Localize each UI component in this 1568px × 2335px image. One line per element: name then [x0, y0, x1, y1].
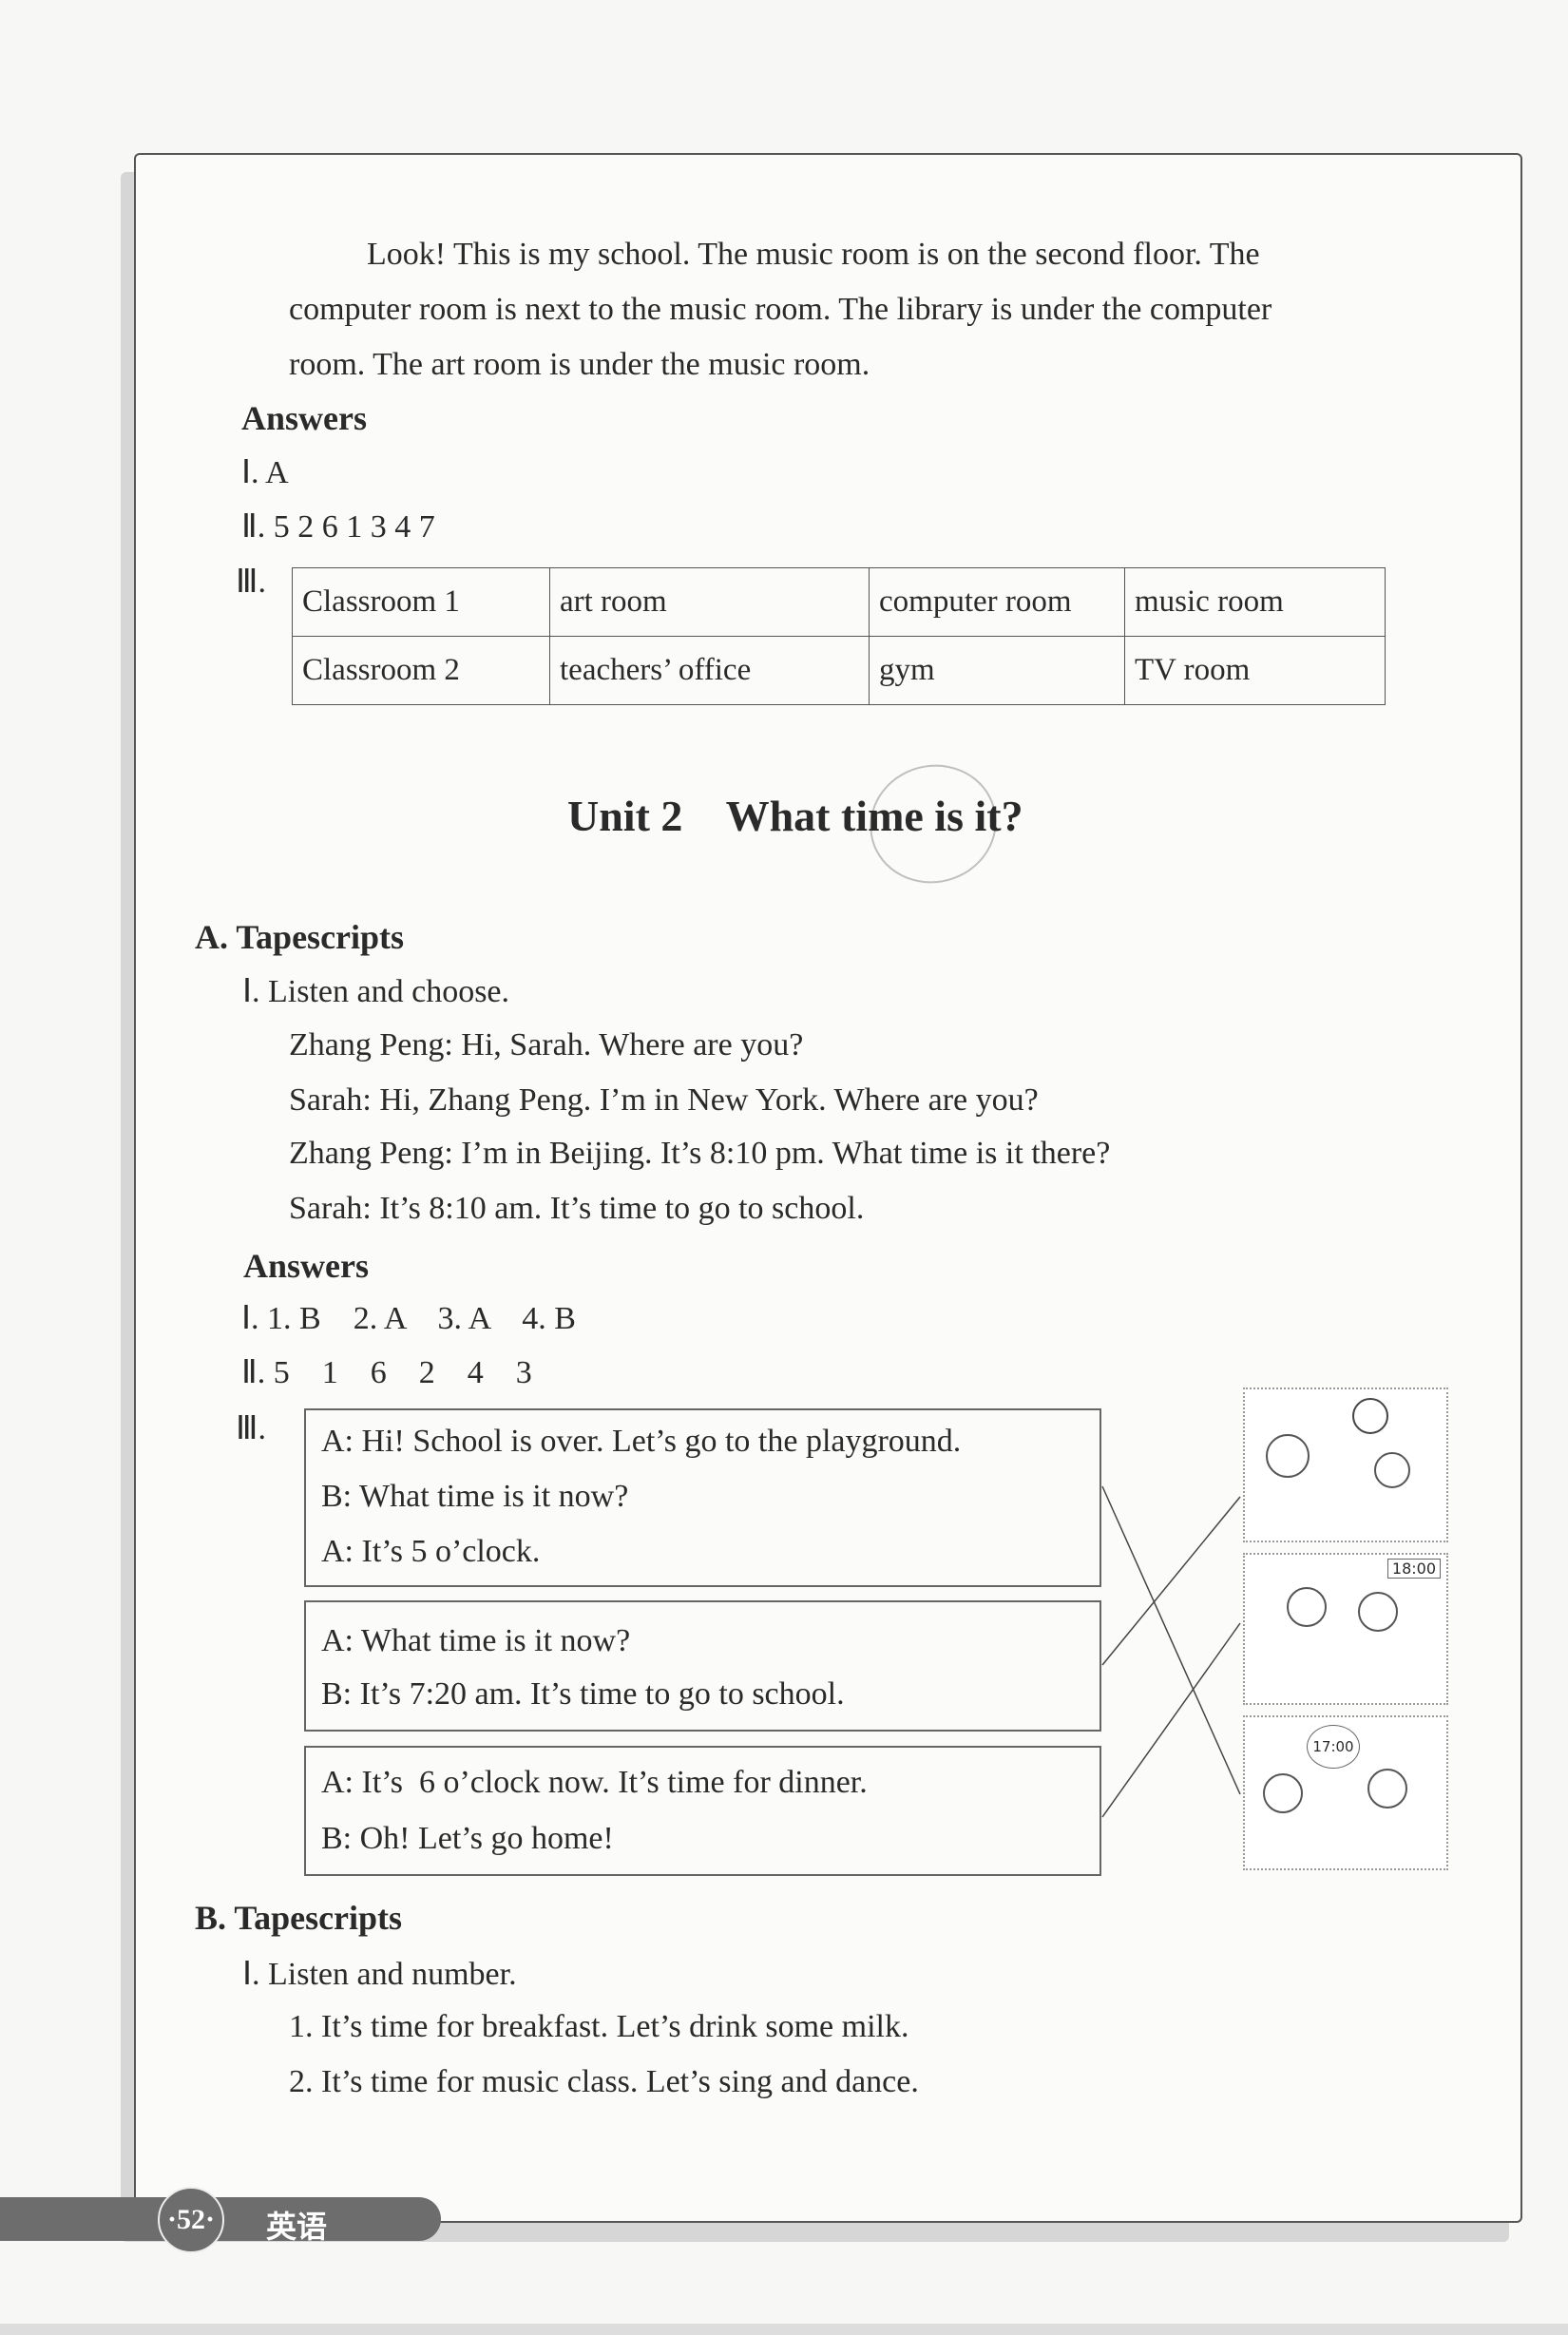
matching-lines — [1101, 1485, 1241, 1818]
page-number: ·52· — [158, 2187, 224, 2253]
section-b-heading: B. Tapescripts — [195, 1899, 403, 1937]
match-line — [1101, 1622, 1241, 1818]
list-item: 2. It’s time for music class. Let’s sing… — [289, 2064, 919, 2099]
page: Look! This is my school. The music room … — [0, 0, 1568, 2335]
task-label: Ⅰ. Listen and number. — [242, 1957, 517, 1992]
list-item: 1. It’s time for breakfast. Let’s drink … — [289, 2009, 909, 2044]
subject-label: 英语 — [266, 2209, 328, 2245]
page-edge — [0, 2324, 1568, 2335]
